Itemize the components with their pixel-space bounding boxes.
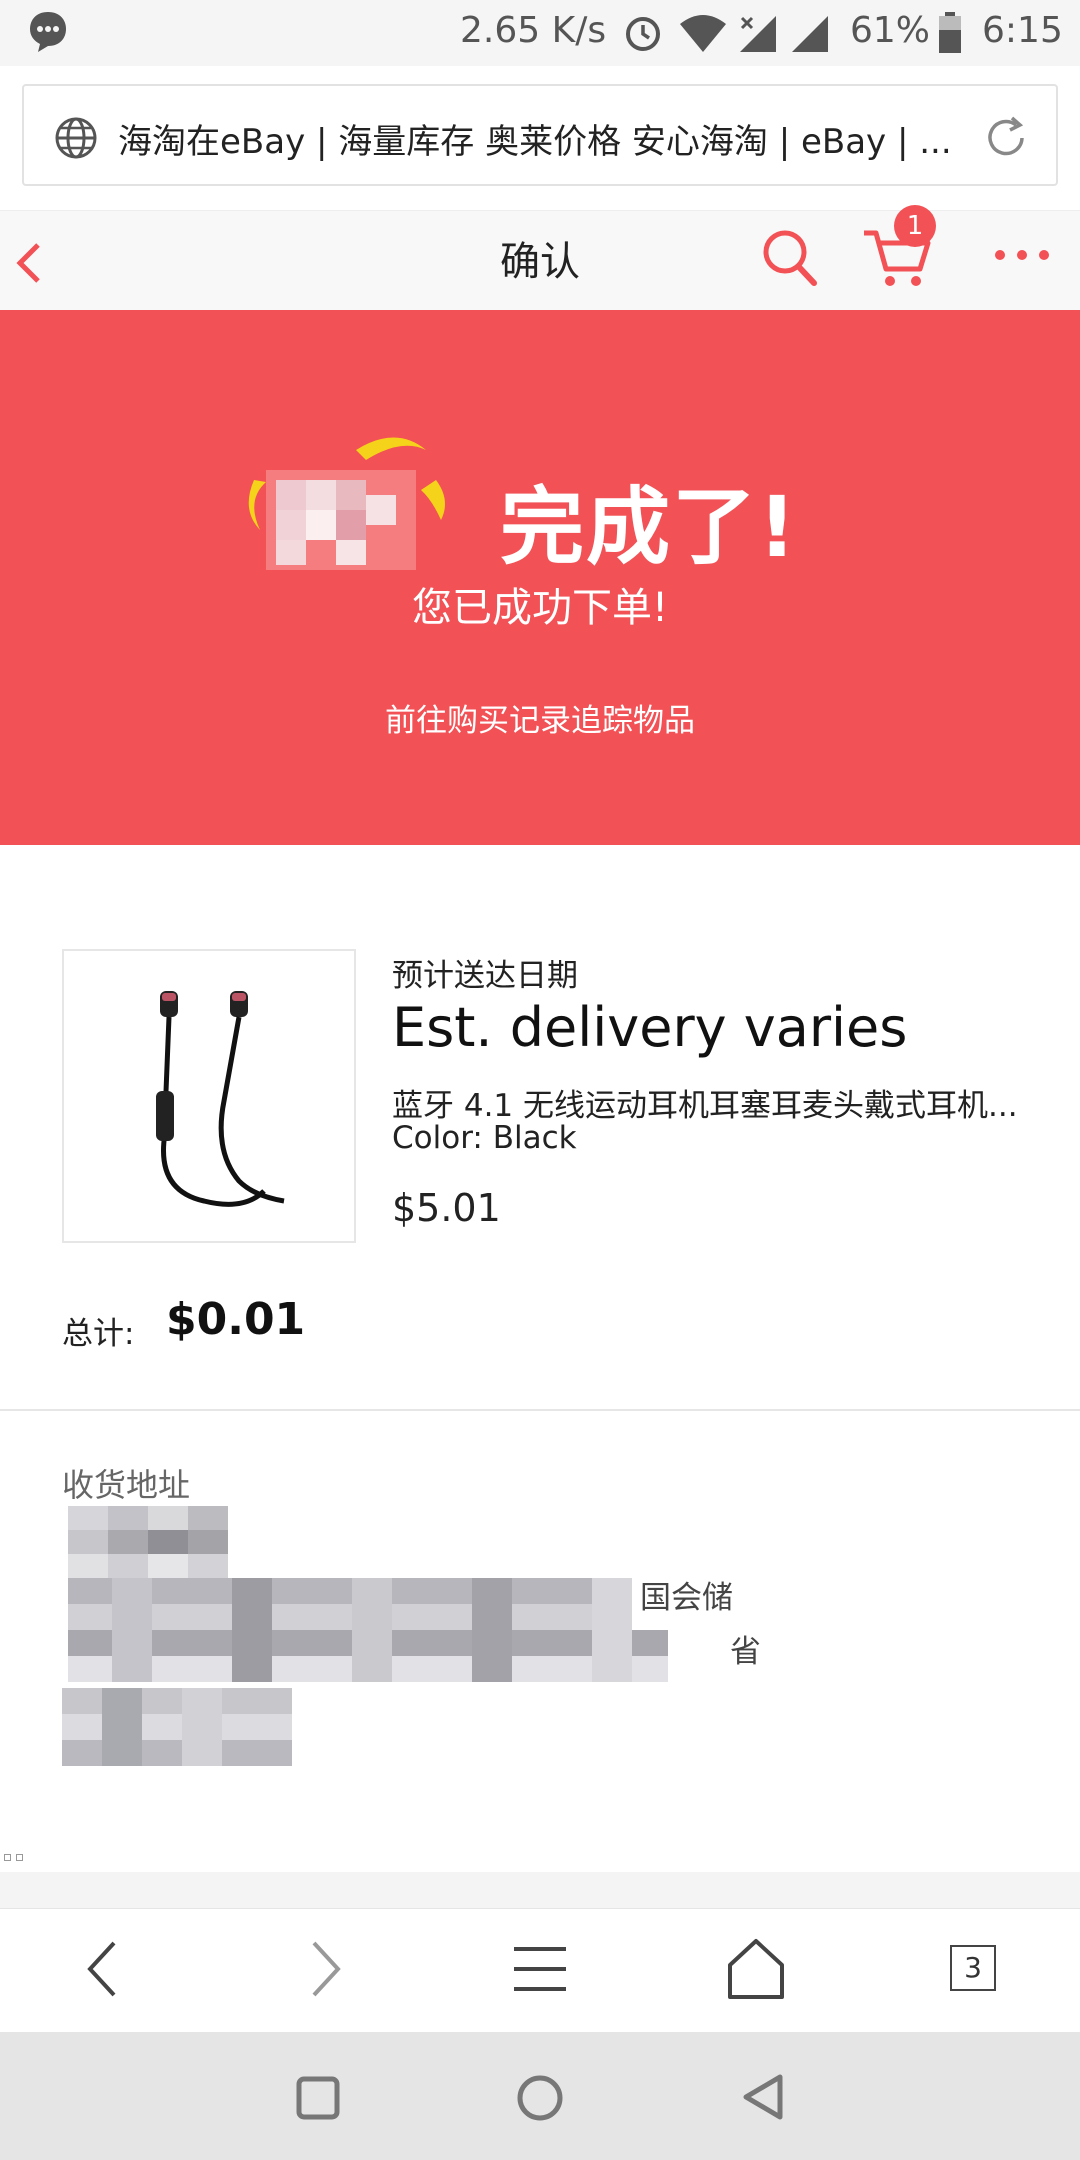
cart-count: 1 (906, 211, 924, 241)
success-banner: 完成了! 您已成功下单! 前往购买记录追踪物品 (0, 310, 1080, 845)
browser-forward-icon[interactable] (282, 1929, 362, 2009)
signal-icon (792, 16, 828, 52)
more-icon[interactable] (992, 247, 1052, 263)
page-header: 确认 1 (0, 205, 1080, 312)
search-icon[interactable] (760, 225, 820, 289)
item-price: $5.01 (392, 1186, 501, 1230)
browser-back-icon[interactable] (66, 1929, 146, 2009)
total-label: 总计: (62, 1316, 135, 1352)
item-image[interactable] (62, 949, 356, 1243)
footer-dots (4, 1854, 28, 1862)
tab-count: 3 (964, 1951, 982, 1984)
purchase-history-link[interactable]: 前往购买记录追踪物品 (0, 695, 1080, 740)
address-redacted (62, 1506, 762, 1776)
url-bar[interactable]: 海淘在eBay | 海量库存 奥莱价格 安心海淘 | eBay | ... (22, 84, 1058, 186)
network-speed: 2.65 K/s (460, 10, 607, 51)
item-title[interactable]: 蓝牙 4.1 无线运动耳机耳塞耳麦头戴式耳机... (392, 1080, 1018, 1125)
total-value: $0.01 (166, 1294, 306, 1345)
signal-x-icon (740, 16, 776, 52)
clock: 6:15 (982, 10, 1063, 51)
success-title: 完成了! (500, 478, 799, 576)
mascot-icon (248, 437, 445, 570)
globe-icon (55, 117, 97, 159)
system-nav-bar (0, 2032, 1080, 2160)
item-color: Color: Black (392, 1120, 577, 1156)
url-text[interactable]: 海淘在eBay | 海量库存 奥莱价格 安心海淘 | eBay | ... (118, 114, 952, 163)
menu-icon[interactable] (500, 1929, 580, 2009)
footer-strip (0, 1872, 1080, 1908)
address-fragment-1: 国会储 (640, 1580, 733, 1616)
delivery-value: Est. delivery varies (392, 996, 908, 1059)
shipping-address-label: 收货地址 (62, 1466, 191, 1504)
battery-icon (939, 12, 961, 53)
reload-icon[interactable] (982, 114, 1030, 162)
tabs-button[interactable]: 3 (950, 1945, 996, 1991)
section-divider (0, 1409, 1080, 1411)
recents-icon[interactable] (296, 2076, 340, 2120)
wifi-icon (680, 15, 726, 52)
battery-percent: 61% (850, 10, 931, 51)
delivery-label: 预计送达日期 (392, 958, 578, 994)
message-icon (30, 12, 66, 52)
cart-badge: 1 (894, 205, 936, 247)
earphones-image (84, 971, 334, 1221)
status-bar: 2.65 K/s 61% 6:15 (0, 0, 1080, 66)
success-subtitle: 您已成功下单! (411, 585, 669, 631)
system-back-icon[interactable] (740, 2072, 786, 2122)
alarm-icon (626, 17, 660, 51)
home-circle-icon[interactable] (516, 2074, 564, 2122)
home-icon[interactable] (716, 1929, 796, 2009)
browser-toolbar: 3 (0, 1908, 1080, 2033)
address-fragment-2: 省 (730, 1634, 761, 1670)
